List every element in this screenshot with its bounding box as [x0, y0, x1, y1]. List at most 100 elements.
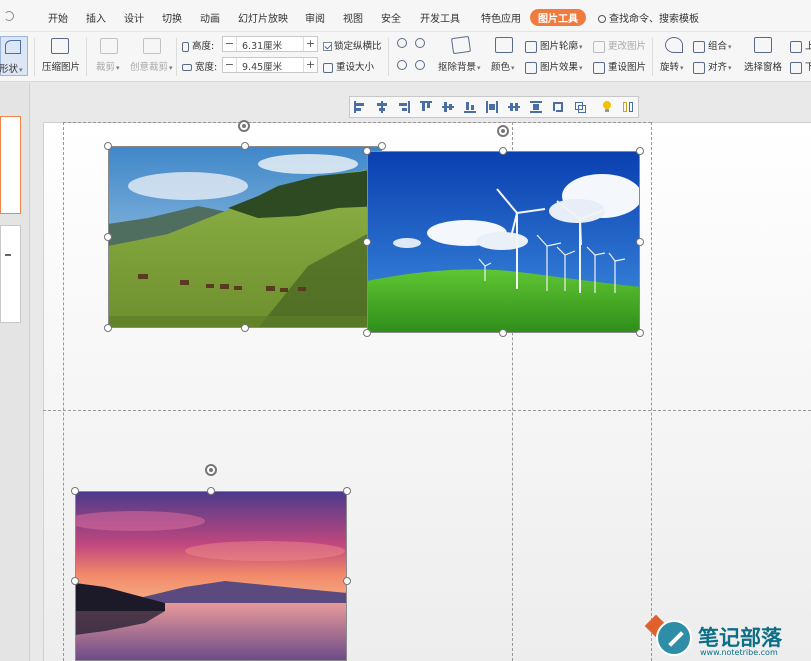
tab-transitions[interactable]: 切换: [162, 10, 182, 25]
send-backward-button[interactable]: 下: [790, 59, 811, 74]
sunset-lake-photo[interactable]: [75, 491, 347, 661]
resize-handle[interactable]: [499, 329, 507, 337]
bring-forward-icon: [790, 40, 802, 53]
crop-button[interactable]: 裁剪▾: [96, 59, 120, 73]
resize-handle[interactable]: [363, 238, 371, 246]
height-decrease-button[interactable]: −: [223, 37, 237, 51]
bring-forward-button[interactable]: 上: [790, 38, 811, 53]
command-search[interactable]: 查找命令、搜索模板: [598, 10, 699, 25]
distribute-both-icon[interactable]: [530, 101, 542, 113]
tab-design[interactable]: 设计: [124, 10, 144, 25]
tab-developer[interactable]: 开发工具: [420, 10, 460, 25]
align-middle-icon[interactable]: [442, 101, 454, 113]
width-value[interactable]: 9.45厘米: [242, 59, 282, 73]
tab-special[interactable]: 特色应用: [481, 10, 521, 25]
tip-icon[interactable]: [601, 101, 613, 113]
more-icon[interactable]: [622, 101, 634, 113]
remove-background-button[interactable]: 抠除背景▾: [438, 59, 481, 73]
picture-outline-button[interactable]: 图片轮廓▾: [525, 38, 583, 53]
group-button[interactable]: 组合▾: [693, 38, 732, 53]
resize-handle[interactable]: [207, 487, 215, 495]
resize-handle[interactable]: [363, 147, 371, 155]
layout-guide: [63, 122, 64, 661]
picture-effects-button[interactable]: 图片效果▾: [525, 59, 583, 74]
lock-aspect-checkbox[interactable]: 锁定纵横比: [323, 38, 382, 52]
height-increase-button[interactable]: +: [303, 37, 317, 51]
resize-handle[interactable]: [636, 238, 644, 246]
brightness-up-icon[interactable]: [397, 38, 407, 48]
rotate-handle-icon[interactable]: [497, 125, 509, 137]
group-icon[interactable]: [552, 101, 564, 113]
resize-handle[interactable]: [104, 324, 112, 332]
compress-image-icon: [51, 38, 69, 54]
hills-cattle-photo[interactable]: [108, 146, 382, 328]
width-decrease-button[interactable]: −: [223, 58, 237, 72]
slide-thumbnail[interactable]: [0, 116, 21, 214]
contrast-down-icon[interactable]: [415, 60, 425, 70]
resize-handle[interactable]: [499, 147, 507, 155]
align-top-icon[interactable]: [420, 101, 432, 113]
tab-animations[interactable]: 动画: [200, 10, 220, 25]
align-button[interactable]: 对齐▾: [693, 59, 732, 74]
width-icon: [182, 64, 192, 71]
rotate-icon: [665, 37, 683, 53]
resize-handle[interactable]: [363, 329, 371, 337]
tab-home[interactable]: 开始: [48, 10, 68, 25]
resize-handle[interactable]: [636, 147, 644, 155]
tab-view[interactable]: 视图: [343, 10, 363, 25]
contrast-up-icon[interactable]: [415, 38, 425, 48]
resize-handle[interactable]: [104, 142, 112, 150]
undo-icon[interactable]: [4, 11, 14, 21]
height-label: 高度:: [182, 38, 214, 52]
resize-handle[interactable]: [636, 329, 644, 337]
change-picture-icon: [593, 40, 605, 53]
checkbox-checked-icon: [323, 42, 332, 51]
reset-picture-icon: [593, 61, 605, 74]
tab-security[interactable]: 安全: [381, 10, 401, 25]
creative-crop-button[interactable]: 创意裁剪▾: [130, 59, 173, 73]
selection-pane-button[interactable]: 选择窗格: [744, 59, 782, 73]
slide-thumbnail[interactable]: [0, 225, 21, 323]
color-button[interactable]: 颜色▾: [491, 59, 515, 73]
reset-picture-button[interactable]: 重设图片: [593, 59, 646, 74]
watermark-url: www.notetribe.com: [700, 648, 778, 657]
sunset-lake-image: [75, 491, 347, 661]
tab-picture-tools[interactable]: 图片工具: [530, 9, 586, 26]
rotate-button[interactable]: 旋转▾: [660, 59, 684, 73]
align-left-icon[interactable]: [354, 101, 366, 113]
resize-handle[interactable]: [343, 577, 351, 585]
resize-handle[interactable]: [71, 487, 79, 495]
distribute-horizontal-icon[interactable]: [486, 101, 498, 113]
rotate-handle-icon[interactable]: [238, 120, 250, 132]
align-center-icon[interactable]: [376, 101, 388, 113]
brightness-down-icon[interactable]: [397, 60, 407, 70]
shape-button[interactable]: 形状▾: [0, 36, 28, 76]
resize-handle[interactable]: [343, 487, 351, 495]
remove-background-icon: [450, 35, 472, 55]
resize-handle[interactable]: [378, 142, 386, 150]
change-picture-button[interactable]: 更改图片: [593, 38, 646, 53]
wind-turbines-image: [367, 151, 640, 333]
resize-handle[interactable]: [71, 577, 79, 585]
hills-cattle-image: [108, 146, 382, 328]
align-bottom-icon[interactable]: [464, 101, 476, 113]
height-stepper[interactable]: − 6.31厘米 +: [222, 36, 318, 52]
height-value[interactable]: 6.31厘米: [242, 38, 282, 52]
resize-handle[interactable]: [241, 142, 249, 150]
rotate-handle-icon[interactable]: [205, 464, 217, 476]
resize-handle[interactable]: [104, 233, 112, 241]
resize-handle[interactable]: [241, 324, 249, 332]
crop-icon[interactable]: [574, 101, 586, 113]
align-right-icon[interactable]: [398, 101, 410, 113]
tab-slideshow[interactable]: 幻灯片放映: [238, 10, 288, 25]
width-stepper[interactable]: − 9.45厘米 +: [222, 57, 318, 73]
align-icon: [693, 61, 705, 74]
tab-review[interactable]: 审阅: [305, 10, 325, 25]
reset-size-button[interactable]: 重设大小: [323, 59, 374, 73]
compress-image-button[interactable]: 压缩图片: [42, 59, 80, 73]
picture-effects-icon: [525, 61, 537, 74]
distribute-vertical-icon[interactable]: [508, 101, 520, 113]
tab-insert[interactable]: 插入: [86, 10, 106, 25]
width-increase-button[interactable]: +: [303, 58, 317, 72]
wind-turbines-photo[interactable]: [367, 151, 640, 333]
